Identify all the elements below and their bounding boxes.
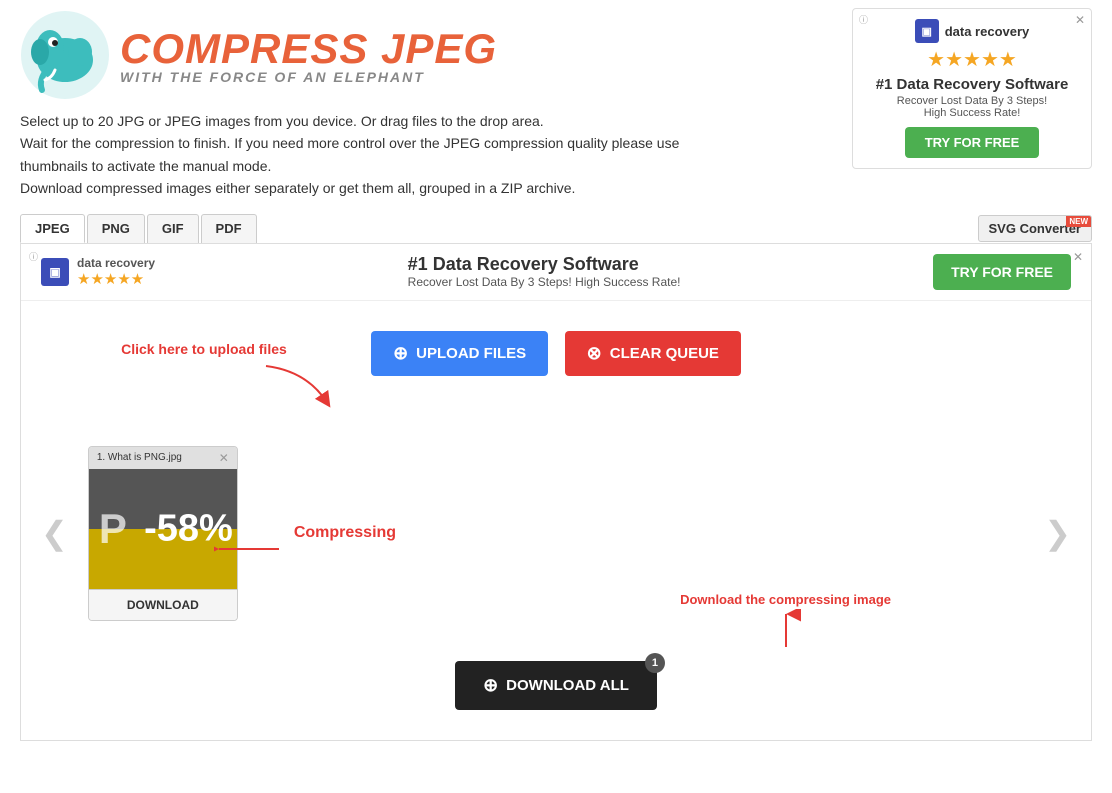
tabs-left: JPEG PNG GIF PDF — [20, 214, 257, 243]
upload-area: Click here to upload files ⊕ UPLOAD FILE… — [21, 301, 1091, 436]
download-all-area: Download the compressing image ⊕ DOWNLOA… — [21, 641, 1091, 740]
download-arrow-icon — [771, 609, 801, 649]
click-here-label: Click here to upload files — [121, 341, 287, 357]
compressing-arrow-icon — [214, 534, 284, 564]
file-preview-letter: P — [99, 505, 127, 553]
tab-gif[interactable]: GIF — [147, 214, 199, 243]
ad-stars: ★★★★★ — [869, 47, 1075, 72]
ad-try-free-button[interactable]: TRY FOR FREE — [905, 127, 1040, 158]
file-name: 1. What is PNG.jpg — [97, 452, 182, 463]
compressing-label: Compressing — [294, 524, 396, 541]
logo-subtitle: WITH THE FORCE OF AN ELEPHANT — [120, 69, 497, 85]
upload-icon: ⊕ — [393, 343, 408, 364]
download-label-area: Download the compressing image — [680, 591, 891, 654]
tab-png[interactable]: PNG — [87, 214, 145, 243]
description: Select up to 20 JPG or JPEG images from … — [0, 110, 750, 214]
carousel: ❮ 1. What is PNG.jpg ✕ P -58% DOWNLOAD — [21, 436, 1091, 631]
clear-icon: ⊗ — [587, 343, 602, 364]
logo-title: COMPRESS JPEG — [120, 25, 497, 73]
ad-info-icon: ⓘ — [859, 13, 868, 26]
main-content: ⓘ ✕ ▣ data recovery ★★★★★ #1 Data Recove… — [20, 243, 1092, 741]
ad-title: #1 Data Recovery Software — [869, 76, 1075, 93]
file-card: 1. What is PNG.jpg ✕ P -58% DOWNLOAD — [88, 446, 238, 621]
file-card-header: 1. What is PNG.jpg ✕ — [89, 447, 237, 469]
svg-converter-button[interactable]: SVG Converter NEW — [978, 215, 1092, 242]
ad-brand: ▣ data recovery — [869, 19, 1075, 43]
top-ad-banner: ⓘ ✕ ▣ data recovery ★★★★★ #1 Data Recove… — [852, 8, 1092, 169]
logo-elephant-icon — [20, 10, 110, 100]
download-all-icon: ⊕ — [483, 675, 498, 696]
inner-ad-banner: ⓘ ✕ ▣ data recovery ★★★★★ #1 Data Recove… — [21, 244, 1091, 301]
inner-ad-brand: ▣ data recovery ★★★★★ — [41, 256, 155, 288]
upload-arrow-icon — [256, 361, 346, 411]
inner-ad-brand-icon: ▣ — [41, 258, 69, 286]
inner-ad-try-free-button[interactable]: TRY FOR FREE — [933, 254, 1071, 290]
compressing-area: Compressing — [294, 524, 396, 542]
file-download-button[interactable]: DOWNLOAD — [89, 589, 237, 620]
logo-text: COMPRESS JPEG WITH THE FORCE OF AN ELEPH… — [120, 25, 497, 85]
ad-brand-name: data recovery — [945, 24, 1030, 39]
carousel-next-button[interactable]: ❯ — [1034, 504, 1081, 562]
logo-area: COMPRESS JPEG WITH THE FORCE OF AN ELEPH… — [20, 10, 497, 100]
carousel-prev-button[interactable]: ❮ — [31, 504, 78, 562]
download-all-button[interactable]: ⊕ DOWNLOAD ALL 1 — [455, 661, 657, 710]
tab-jpeg[interactable]: JPEG — [20, 214, 85, 243]
download-badge: 1 — [645, 653, 665, 673]
ad-subtitle: Recover Lost Data By 3 Steps! High Succe… — [869, 95, 1075, 119]
file-card-close-icon[interactable]: ✕ — [219, 451, 229, 465]
new-badge: NEW — [1066, 216, 1091, 227]
ad-close-icon[interactable]: ✕ — [1075, 13, 1085, 27]
tabs-bar: JPEG PNG GIF PDF SVG Converter NEW — [0, 214, 1112, 243]
file-card-preview: P -58% — [89, 469, 238, 589]
inner-ad-brand-name-stars: data recovery ★★★★★ — [77, 256, 155, 288]
inner-ad-content: #1 Data Recovery Software Recover Lost D… — [408, 254, 681, 289]
download-label: Download the compressing image — [680, 592, 891, 607]
tab-pdf[interactable]: PDF — [201, 214, 257, 243]
inner-ad-close-icon[interactable]: ✕ — [1073, 250, 1083, 264]
clear-queue-button[interactable]: ⊗ CLEAR QUEUE — [565, 331, 741, 376]
ad-brand-icon: ▣ — [915, 19, 939, 43]
upload-files-button[interactable]: ⊕ UPLOAD FILES — [371, 331, 548, 376]
inner-ad-info-icon: ⓘ — [29, 250, 38, 263]
